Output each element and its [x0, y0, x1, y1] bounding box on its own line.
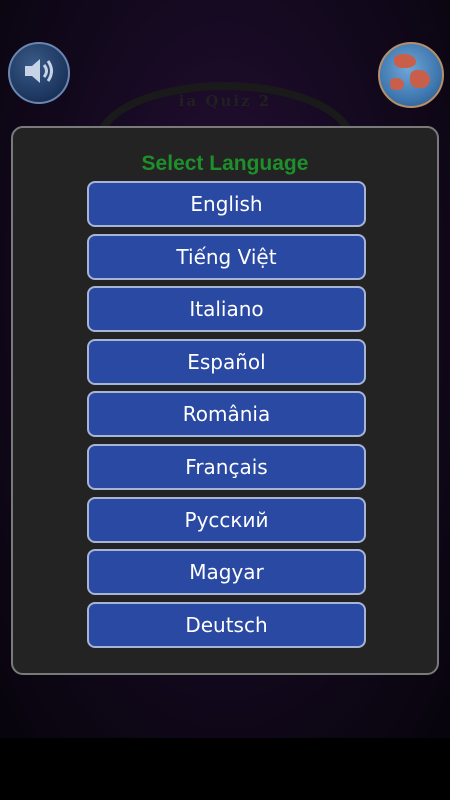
language-button-english[interactable]: English	[87, 181, 366, 227]
logo-text: ia Quiz 2	[178, 92, 272, 110]
language-globe-button[interactable]	[378, 42, 444, 108]
language-button-vietnamese[interactable]: Tiếng Việt	[87, 233, 366, 280]
speaker-icon	[22, 56, 56, 90]
bottom-bar	[0, 738, 450, 800]
language-button-french[interactable]: Français	[87, 443, 366, 490]
language-list: English Tiếng Việt Italiano Español Româ…	[87, 181, 366, 654]
language-button-german[interactable]: Deutsch	[87, 601, 366, 648]
language-dialog: Select Language English Tiếng Việt Itali…	[11, 126, 439, 675]
dialog-title: Select Language	[141, 152, 309, 175]
language-button-romanian[interactable]: România	[87, 391, 366, 438]
language-button-hungarian[interactable]: Magyar	[87, 549, 366, 596]
app-screen: ia Quiz 2 Select Language English Tiếng …	[0, 0, 450, 738]
language-button-italian[interactable]: Italiano	[87, 286, 366, 333]
sound-button[interactable]	[8, 42, 70, 104]
language-button-russian[interactable]: Русский	[87, 496, 366, 543]
language-button-spanish[interactable]: Español	[87, 338, 366, 385]
